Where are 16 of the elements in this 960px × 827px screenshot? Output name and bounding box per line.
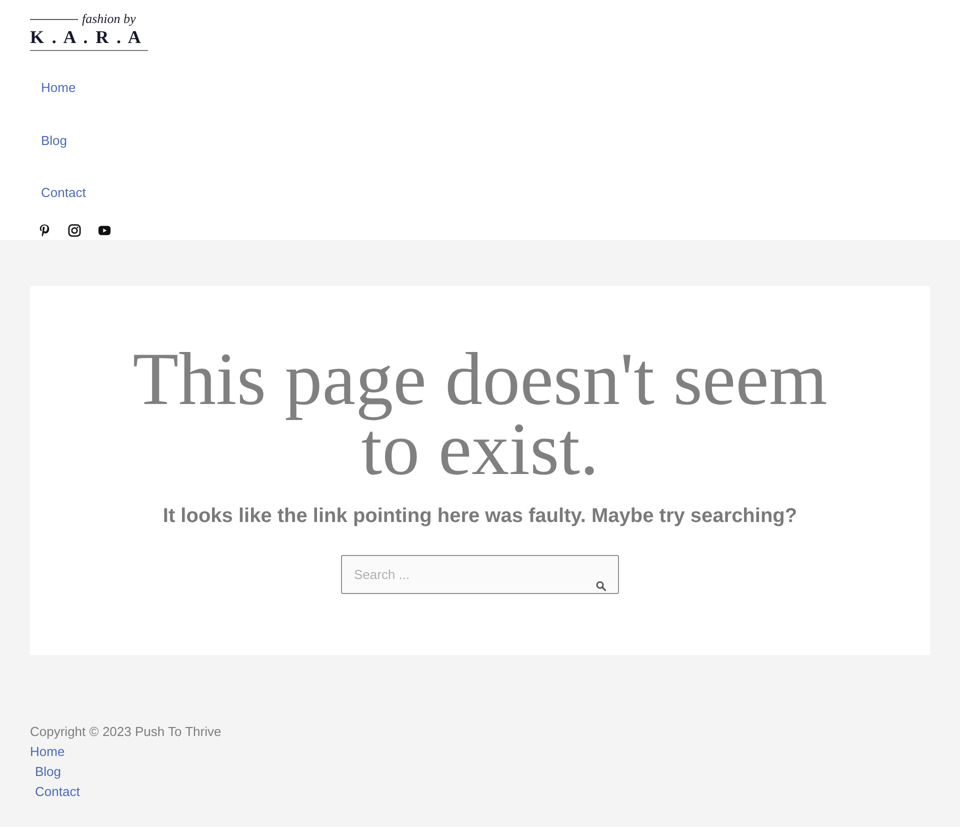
- instagram-icon[interactable]: [68, 224, 81, 236]
- search-field[interactable]: Search ...: [341, 555, 619, 594]
- copyright-text: Copyright © 2023 Push To Thrive: [30, 723, 222, 741]
- footer-link[interactable]: Home: [30, 742, 65, 762]
- nav-link[interactable]: Blog: [41, 132, 68, 149]
- nav-link[interactable]: Home: [41, 80, 76, 96]
- logo-tagline[interactable]: fashion by: [82, 11, 136, 26]
- footer-link[interactable]: Contact: [35, 782, 80, 802]
- footer-link[interactable]: Blog: [35, 762, 62, 782]
- page-title: This page doesn't seem to exist.: [132, 345, 828, 485]
- search-icon[interactable]: [596, 581, 606, 591]
- error-message: It looks like the link pointing here was faulty. Maybe try searching?: [162, 504, 798, 529]
- nav-link[interactable]: Contact: [41, 185, 86, 202]
- logo-wordmark[interactable]: K . A . R . A: [30, 27, 148, 47]
- pinterest-icon[interactable]: [38, 224, 51, 236]
- play-button-icon[interactable]: [98, 224, 111, 236]
